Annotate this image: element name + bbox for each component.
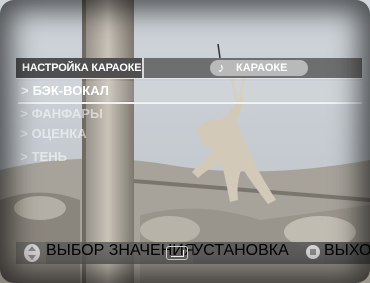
menu-item-label: ОЦЕНКА bbox=[31, 126, 87, 141]
header-divider bbox=[142, 58, 144, 78]
menu-arrow: > bbox=[20, 126, 28, 141]
enter-icon bbox=[166, 246, 188, 260]
menu-item-label: ФАНФАРЫ bbox=[31, 106, 103, 121]
menu-item-back-vocal[interactable]: > БЭК-ВОКАЛ bbox=[18, 81, 362, 101]
exit-icon bbox=[306, 245, 320, 259]
menu-item-fanfare[interactable]: > ФАНФАРЫ bbox=[20, 104, 103, 124]
menu-item-score[interactable]: > ОЦЕНКА bbox=[20, 124, 87, 144]
tv-screen: НАСТРОЙКА КАРАОКЕ ♪ КАРАОКЕ > БЭК-ВОКАЛ >… bbox=[0, 0, 370, 283]
up-down-nav-icon bbox=[24, 244, 40, 262]
mode-label: КАРАОКЕ bbox=[236, 62, 288, 74]
hint-exit: ВЫХОД bbox=[324, 242, 370, 264]
menu-item-shadow[interactable]: > ТЕНЬ bbox=[20, 147, 67, 167]
page-title: НАСТРОЙКА КАРАОКЕ bbox=[16, 58, 142, 78]
menu-arrow: > bbox=[20, 106, 28, 121]
menu-item-label: БЭК-ВОКАЛ bbox=[32, 83, 109, 98]
music-note-icon: ♪ bbox=[218, 60, 225, 75]
menu-arrow: > bbox=[20, 149, 28, 164]
menu-item-label: ТЕНЬ bbox=[31, 149, 67, 164]
header-underline bbox=[16, 78, 362, 79]
mode-badge: ♪ КАРАОКЕ bbox=[210, 60, 308, 76]
selection-arrow: > bbox=[21, 83, 29, 98]
